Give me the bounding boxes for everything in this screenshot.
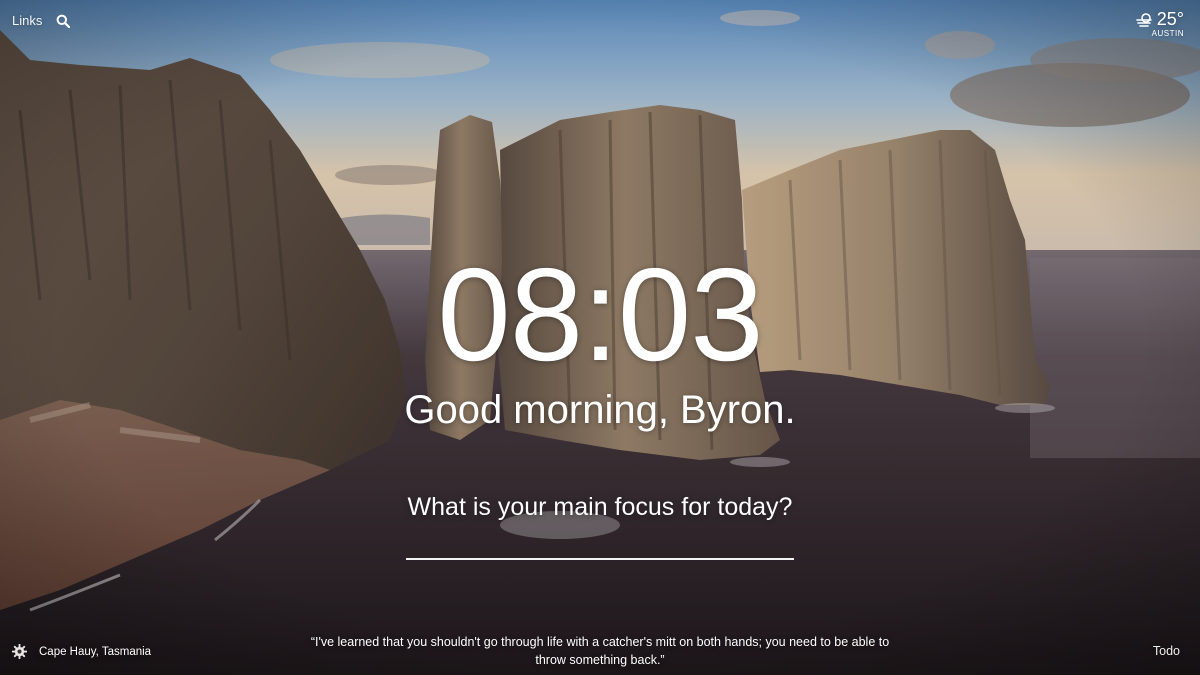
- weather-location: AUSTIN: [1151, 29, 1184, 38]
- new-tab-dashboard: Links 25° AUSTIN 08:03 Good morning, Byr…: [0, 0, 1200, 675]
- photo-location[interactable]: Cape Hauy, Tasmania: [39, 646, 151, 658]
- top-left-controls: Links: [12, 13, 71, 28]
- greeting[interactable]: Good morning, Byron.: [0, 386, 1200, 434]
- quote[interactable]: “I've learned that you shouldn't go thro…: [295, 633, 905, 669]
- search-icon[interactable]: [56, 14, 71, 28]
- clock[interactable]: 08:03: [0, 245, 1200, 385]
- gear-icon[interactable]: [12, 644, 27, 659]
- focus-question: What is your main focus for today?: [407, 493, 793, 521]
- links-button[interactable]: Links: [12, 13, 42, 28]
- focus-input[interactable]: [406, 530, 794, 560]
- weather-widget[interactable]: 25° AUSTIN: [1135, 9, 1184, 38]
- partly-cloudy-icon: [1135, 12, 1153, 28]
- bottom-left-controls: Cape Hauy, Tasmania: [12, 644, 151, 659]
- weather-temperature: 25°: [1156, 9, 1184, 29]
- todo-button[interactable]: Todo: [1153, 644, 1180, 658]
- weather-row: 25°: [1135, 9, 1184, 30]
